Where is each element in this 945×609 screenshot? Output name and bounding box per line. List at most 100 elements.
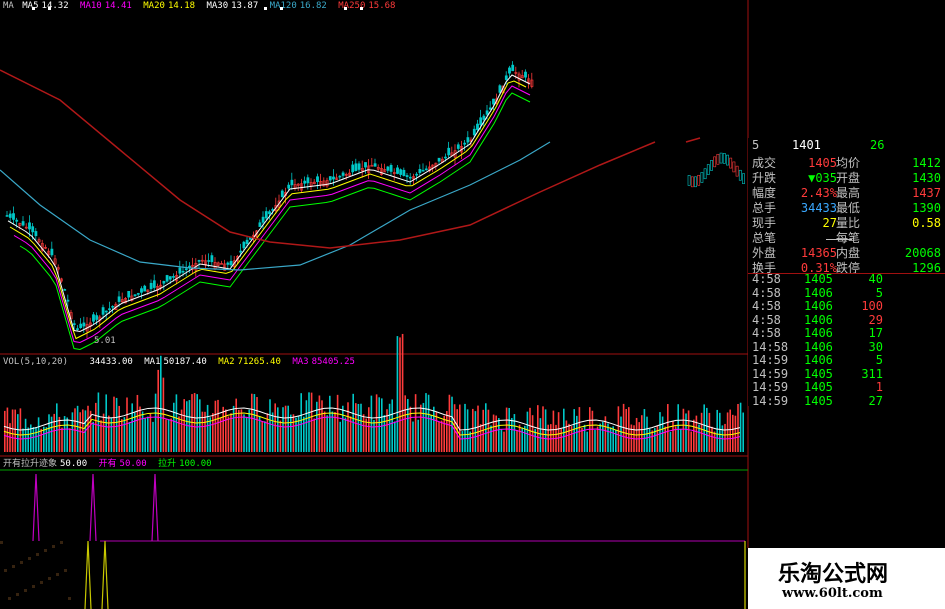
- volume-bar: [167, 419, 170, 452]
- candle-body: [716, 153, 720, 165]
- volume-bar: [620, 416, 622, 452]
- volume-bar: [173, 402, 175, 452]
- candle-body: [498, 85, 502, 93]
- candle-body: [258, 222, 262, 227]
- volume-bar: [407, 398, 409, 452]
- quote-top-c: 26: [870, 138, 885, 152]
- ma250-line-right: [685, 137, 701, 143]
- volume-bar: [365, 418, 367, 452]
- candle-body: [92, 314, 95, 322]
- indicator-noise: [36, 553, 39, 556]
- volume-bar: [6, 407, 9, 452]
- candle-body: [264, 211, 268, 219]
- volume-bar: [48, 414, 50, 452]
- candle-body: [485, 110, 489, 115]
- indicator-noise: [4, 569, 7, 572]
- price-layer: [0, 61, 745, 351]
- quote-label: 幅度: [752, 186, 777, 200]
- volume-bar: [243, 414, 245, 452]
- volume-bar: [732, 414, 734, 452]
- volume-bar: [147, 416, 149, 452]
- volume-bar: [420, 404, 422, 452]
- volume-bar: [396, 336, 399, 452]
- volume-bar: [578, 407, 581, 452]
- volume-bar: [550, 424, 552, 452]
- volume-bar: [651, 430, 653, 452]
- volume-bar: [284, 405, 287, 452]
- candle-body: [152, 280, 156, 288]
- tick-time: 4:58: [752, 326, 781, 340]
- volume-bar: [667, 404, 669, 452]
- candle-body: [162, 280, 166, 284]
- candle-body: [136, 293, 140, 295]
- candle-body: [82, 322, 86, 327]
- candle-body: [421, 169, 425, 172]
- tick-row: 14:58 1406 30: [748, 340, 945, 354]
- volume-bar: [526, 411, 529, 452]
- candle-body: [697, 174, 701, 186]
- volume-bar: [685, 413, 687, 452]
- volume-bar: [71, 412, 74, 452]
- indicator-noise: [60, 541, 63, 544]
- candle-body: [482, 115, 486, 120]
- volume-bar: [240, 409, 243, 452]
- ma30-line: [19, 92, 531, 351]
- volume-bar: [563, 408, 565, 452]
- indicator-value-3: 100.00: [179, 459, 212, 469]
- candle-body: [456, 144, 460, 149]
- volume-bar: [277, 407, 279, 452]
- volume-bar: [425, 393, 427, 452]
- volume-bar: [422, 402, 425, 452]
- tick-time: 4:58: [752, 285, 781, 300]
- quote-value: 20068: [904, 246, 941, 260]
- indicator-name: 开有拉升迹象: [3, 459, 58, 469]
- candle-body: [706, 164, 710, 175]
- quote-label: 最低: [836, 201, 861, 215]
- volume-bar: [362, 414, 365, 452]
- candle-body: [405, 175, 409, 178]
- indicator-noise: [40, 581, 43, 584]
- quote-label: 升跌: [752, 171, 777, 185]
- volume-bar: [586, 431, 588, 452]
- quote-label: 总手: [752, 201, 777, 215]
- quote-value: 1430: [912, 171, 941, 185]
- volume-bar: [490, 425, 492, 452]
- candle-body: [386, 166, 390, 171]
- volume-bar: [706, 407, 708, 452]
- candle-body: [418, 168, 422, 174]
- volume-bar: [656, 425, 659, 452]
- volume-bar: [95, 402, 97, 452]
- vol-ma1-value: 50187.40: [163, 357, 207, 367]
- indicator-noise: [48, 577, 51, 580]
- candle-body: [447, 147, 451, 156]
- tick-volume: 1: [875, 380, 883, 394]
- quote-value: 34433: [800, 201, 837, 215]
- quote-label: 现手: [752, 216, 777, 230]
- volume-bar: [134, 412, 136, 452]
- volume-bar: [713, 431, 716, 452]
- volume-legend: VOL(5,10,20) 34433.00 MA1 50187.40 MA2 712…: [3, 357, 361, 367]
- quote-panel: 5 1401 26 成交 1405 均价 1412 升跌 ▼035 开盘 1430 幅度 2.43…: [748, 138, 945, 408]
- volume-bar: [162, 377, 165, 452]
- quote-value: ▼035: [808, 171, 837, 185]
- volume-bar: [513, 414, 516, 452]
- quote-row: 成交 1405 均价 1412: [748, 156, 945, 171]
- quote-label: 开盘: [836, 171, 861, 185]
- volume-bar: [399, 337, 401, 452]
- candle-body: [504, 75, 508, 80]
- candle-body: [351, 164, 355, 173]
- volume-bar: [264, 421, 266, 452]
- volume-bar: [149, 413, 152, 452]
- candle-body: [492, 98, 495, 105]
- kai-signal: [89, 473, 97, 542]
- tick-price: 1405: [804, 393, 833, 408]
- volume-bar: [438, 421, 440, 452]
- volume-bar: [248, 409, 250, 452]
- candle-body: [306, 177, 310, 184]
- candle-body: [735, 165, 739, 177]
- volume-bar: [199, 399, 201, 452]
- quote-label: 总笔: [752, 231, 777, 245]
- tick-time: 4:58: [752, 299, 781, 313]
- indicator-noise: [68, 597, 71, 600]
- tick-row: 4:58 1406 17: [748, 326, 945, 340]
